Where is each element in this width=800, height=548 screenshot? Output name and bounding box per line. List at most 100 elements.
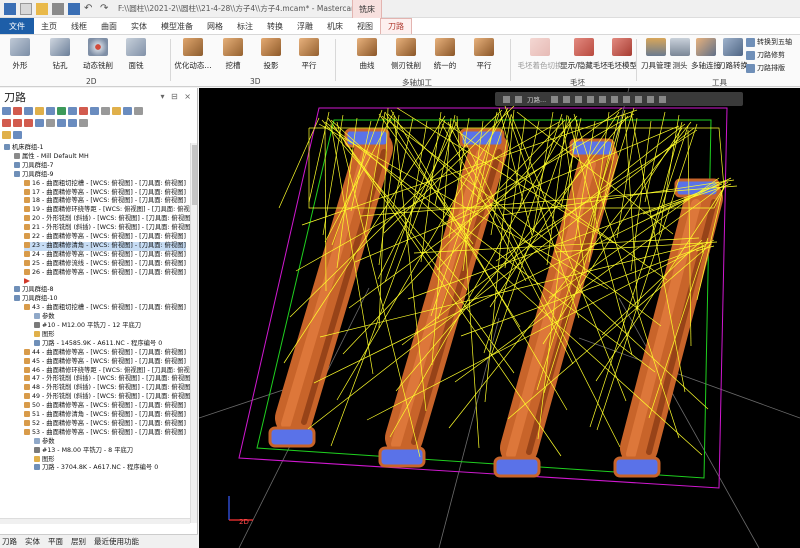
open-icon[interactable] [36, 2, 48, 15]
help-icon[interactable] [79, 119, 88, 127]
tab-5[interactable]: 模型准备 [154, 18, 200, 34]
parallel-3d-button[interactable]: 平行 [291, 38, 327, 71]
dynamic-mill-button[interactable]: 动态铣削 [80, 38, 116, 71]
tree-item[interactable]: 参数 [34, 437, 55, 447]
contour-button[interactable]: 外形 [2, 38, 38, 71]
tree-item[interactable]: 17 - 曲面精修等高 - [WCS: 俯视图] - [刀具面: 俯视图] [24, 188, 186, 198]
tree-item[interactable]: 47 - 外形铣削 (斜插) - [WCS: 俯视图] - [刀具面: 俯视图] [24, 375, 190, 384]
tree-item[interactable]: 参数 [34, 313, 55, 322]
new-icon[interactable] [20, 2, 32, 15]
layer-icon[interactable] [647, 95, 655, 103]
toggle-display-icon[interactable] [123, 107, 132, 115]
tree-item[interactable]: 图形 [34, 330, 55, 340]
regenerate-icon[interactable] [24, 107, 33, 115]
tree-item[interactable]: 25 - 曲面精修流线 - [WCS: 俯视图] - [刀具面: 俯视图] [24, 259, 186, 269]
rotate-icon[interactable] [611, 95, 619, 103]
view-front-icon[interactable] [563, 95, 571, 103]
tree-item[interactable]: 刀具群组-9 [14, 170, 53, 180]
print-icon[interactable] [52, 2, 64, 15]
tab-11[interactable]: 视图 [350, 18, 380, 34]
graphics-viewport[interactable]: 2D 刀路... [199, 88, 800, 548]
tab-2[interactable]: 线框 [64, 18, 94, 34]
tree-vertical-scrollbar[interactable] [190, 143, 197, 523]
manager-tab-3[interactable]: 层别 [71, 536, 86, 547]
tab-4[interactable]: 实体 [124, 18, 154, 34]
simulate-icon[interactable] [68, 107, 77, 115]
toggle-post-icon[interactable] [134, 107, 143, 115]
manager-tab-4[interactable]: 最近使用功能 [94, 536, 139, 547]
tree-item[interactable]: 26 - 曲面精修等高 - [WCS: 俯视图] - [刀具面: 俯视图] [24, 268, 186, 278]
tab-3[interactable]: 曲面 [94, 18, 124, 34]
tree-horizontal-scrollbar[interactable] [0, 518, 190, 524]
show-hide-stock-button[interactable]: 显示/隐藏毛坯 [560, 38, 608, 71]
insert-arrow-icon[interactable] [24, 119, 33, 127]
tree-item[interactable]: 刀具群组-10 [14, 295, 57, 304]
optimized-dynamic-button[interactable]: 优化动态... [174, 38, 212, 71]
manager-tab-0[interactable]: 刀路 [2, 536, 17, 547]
save-icon[interactable] [4, 2, 16, 15]
save-as-icon[interactable] [68, 2, 80, 15]
tree-item[interactable]: 18 - 曲面精修等高 - [WCS: 俯视图] - [刀具面: 俯视图] [24, 197, 186, 206]
tree-item[interactable]: 刀具群组-8 [14, 286, 53, 295]
tree-item[interactable]: 52 - 曲面精修等高 - [WCS: 俯视图] - [刀具面: 俯视图] [24, 419, 186, 429]
tree-item[interactable]: 机床群组-1 [4, 144, 43, 153]
convert-to-5axis-button[interactable]: 转换到五轴 [746, 37, 792, 47]
project-button[interactable]: 投影 [253, 38, 289, 71]
filter-icon[interactable] [2, 131, 11, 139]
pocket-button[interactable]: 挖槽 [215, 38, 251, 71]
zoom-icon[interactable] [599, 95, 607, 103]
verify-icon[interactable] [57, 107, 66, 115]
tree-item[interactable]: 23 - 曲面精修清角 - [WCS: 俯视图] - [刀具面: 俯视图] [24, 241, 186, 251]
highfeed-icon[interactable] [90, 107, 99, 115]
view-iso-icon[interactable] [575, 95, 583, 103]
swarf-button[interactable]: 侧刃铣削 [388, 38, 424, 71]
tab-8[interactable]: 转换 [260, 18, 290, 34]
wireframe-icon[interactable] [515, 95, 522, 103]
tree-item[interactable]: 50 - 曲面精修等高 - [WCS: 俯视图] - [刀具面: 俯视图] [24, 402, 186, 411]
tree-item[interactable]: #10 - M12.00 平铣刀 - 12 平底刀 [34, 322, 141, 331]
tab-0[interactable]: 文件 [0, 18, 34, 34]
tab-9[interactable]: 浮雕 [290, 18, 320, 34]
curve-button[interactable]: 曲线 [349, 38, 385, 71]
tree-item[interactable]: 48 - 外形铣削 (斜插) - [WCS: 俯视图] - [刀具面: 俯视图] [24, 384, 190, 393]
post-icon[interactable] [79, 107, 88, 115]
tree-item[interactable]: 20 - 外形铣削 (斜插) - [WCS: 俯视图] - [刀具面: 俯视图] [24, 215, 190, 224]
tree-item[interactable]: 49 - 外形铣削 (斜插) - [WCS: 俯视图] - [刀具面: 俯视图] [24, 393, 190, 402]
tree-item[interactable]: 16 - 曲面粗切挖槽 - [WCS: 俯视图] - [刀具面: 俯视图] [24, 179, 186, 189]
shade-icon[interactable] [503, 95, 510, 103]
scroll-to-icon[interactable] [35, 119, 44, 127]
tree-item[interactable]: 53 - 曲面精修等高 - [WCS: 俯视图] - [刀具面: 俯视图] [24, 428, 186, 438]
select-all-icon[interactable] [2, 107, 11, 115]
tree-item[interactable]: 46 - 曲面精修环绕等距 - [WCS: 俯视图] - [刀具面: 俯视 [24, 366, 190, 376]
delete-icon[interactable] [101, 107, 110, 115]
collapse-icon[interactable] [68, 119, 77, 127]
manager-tab-2[interactable]: 平面 [48, 536, 63, 547]
settings-icon[interactable] [13, 131, 22, 139]
tab-7[interactable]: 标注 [230, 18, 260, 34]
toolpath-transform-button[interactable]: 刀路转换 [716, 38, 750, 71]
stock-model-button[interactable]: 毛坯模型 [604, 38, 640, 71]
panel-controls[interactable]: ▾ ⊟ × [160, 92, 193, 101]
tree-item[interactable]: 刀具群组-7 [14, 161, 53, 171]
move-up-icon[interactable] [13, 119, 22, 127]
tree-item[interactable]: 刀路 - 3704.8K - A617.NC - 程序编号 0 [34, 464, 158, 473]
view-top-icon[interactable] [551, 95, 559, 103]
toolpath-trim-button[interactable]: 刀路修剪 [746, 50, 792, 60]
tree-item[interactable]: 21 - 外形铣削 (斜插) - [WCS: 俯视图] - [刀具面: 俯视图] [24, 224, 190, 233]
tree-item[interactable]: #13 - M8.00 平铣刀 - 8 平底刀 [34, 446, 133, 456]
undo-icon[interactable]: ↶ [84, 3, 96, 15]
tab-12[interactable]: 刀路 [380, 18, 412, 34]
parallel-multiaxis-button[interactable]: 平行 [466, 38, 502, 71]
fit-icon[interactable] [587, 95, 595, 103]
redo-icon[interactable]: ↷ [100, 3, 112, 15]
toolpath-nesting-button[interactable]: 刀路排版 [746, 63, 792, 73]
single-display-icon[interactable] [46, 119, 55, 127]
tree-item[interactable]: 属性 - Mill Default MH [14, 152, 89, 162]
tree-item[interactable]: 24 - 曲面精修等高 - [WCS: 俯视图] - [刀具面: 俯视图] [24, 250, 186, 260]
tree-item[interactable]: 44 - 曲面精修等高 - [WCS: 俯视图] - [刀具面: 俯视图] [24, 348, 186, 358]
tree-item[interactable] [24, 277, 32, 287]
tab-1[interactable]: 主页 [34, 18, 64, 34]
tree-item[interactable]: 19 - 曲面精修环绕等距 - [WCS: 俯视图] - [刀具面: 俯视 [24, 206, 190, 215]
expand-icon[interactable] [57, 119, 66, 127]
move-down-icon[interactable] [2, 119, 11, 127]
